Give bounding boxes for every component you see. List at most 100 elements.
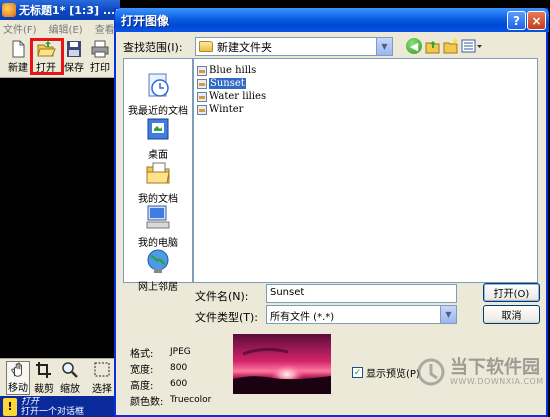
up-folder-icon[interactable] (425, 38, 441, 54)
file-name: Sunset (209, 78, 246, 89)
look-in-dropdown[interactable]: 新建文件夹 ▼ (195, 37, 393, 56)
place-network-label: 网上邻居 (138, 282, 178, 293)
watermark-logo-icon (417, 358, 445, 386)
print-button[interactable]: 打印 (88, 40, 112, 76)
new-button[interactable]: 新建 (6, 40, 30, 76)
save-button-label: 保存 (64, 63, 84, 74)
info-value: JPEG (170, 347, 191, 357)
recent-documents-icon (148, 73, 169, 97)
file-type-label: 文件类型(T): (195, 311, 259, 324)
zoom-tool[interactable]: 缩放 (58, 361, 82, 395)
cancel-button[interactable]: 取消 (483, 305, 540, 324)
crop-tool-label: 裁剪 (34, 384, 54, 395)
save-button[interactable]: 保存 (62, 40, 86, 76)
print-button-label: 打印 (90, 63, 110, 74)
views-menu-icon[interactable] (461, 38, 483, 54)
show-preview-label: 显示预览(P) (366, 369, 420, 380)
menu-view[interactable]: 查看 (95, 21, 115, 36)
printer-icon (91, 40, 109, 58)
info-value: 800 (170, 363, 188, 373)
chevron-down-icon[interactable]: ▼ (440, 306, 456, 323)
look-in-value: 新建文件夹 (217, 40, 272, 54)
file-name-field[interactable]: Sunset (266, 284, 457, 303)
place-desktop[interactable]: 桌面 (124, 115, 192, 161)
file-list: Blue hills Sunset Water lilies Winter (193, 58, 538, 283)
lightbulb-icon: ! (3, 397, 17, 416)
info-row: 颜色数: Truecolor (130, 392, 240, 408)
watermark-url: WWW.DOWNXIA.COM (450, 376, 544, 386)
app-logo-icon (2, 3, 16, 17)
close-button[interactable]: × (527, 11, 546, 30)
list-item[interactable]: Sunset (197, 77, 534, 90)
dialog-titlebar[interactable]: 打开图像 ? × (115, 8, 549, 32)
hint-bar: ! 打开 打开一个对话框 (0, 396, 120, 417)
open-button[interactable]: 打开(O) (483, 283, 540, 302)
jpeg-file-icon (197, 65, 207, 76)
info-row: 高度: 600 (130, 376, 240, 392)
app-menubar: 文件(F) 编辑(E) 查看 (0, 20, 120, 36)
tools-panel: 移动 裁剪 缩放 选择 (0, 358, 120, 396)
file-name: Winter (209, 104, 244, 115)
show-preview-option[interactable]: ✓ 显示预览(P) (352, 365, 420, 380)
file-name: Blue hills (209, 65, 257, 76)
chevron-down-icon[interactable]: ▼ (376, 38, 392, 55)
help-button[interactable]: ? (507, 11, 526, 30)
back-arrow-icon[interactable]: ◀ (406, 38, 422, 54)
place-my-computer[interactable]: 我的电脑 (124, 203, 192, 249)
open-image-dialog: 打开图像 ? × 查找范围(I): 新建文件夹 ▼ ◀ 我最近的文档 桌面 我的… (114, 8, 549, 417)
info-key: 宽度: (130, 364, 154, 376)
info-key: 高度: (130, 380, 154, 392)
watermark-text: 当下软件园 (450, 356, 540, 378)
place-my-documents[interactable]: 我的文档 (124, 159, 192, 205)
magnifier-icon (62, 362, 78, 378)
move-tool[interactable]: 移动 (6, 361, 30, 395)
dialog-title: 打开图像 (121, 13, 170, 28)
crop-tool[interactable]: 裁剪 (32, 361, 56, 395)
list-item[interactable]: Winter (197, 103, 534, 116)
info-value: 600 (170, 379, 188, 389)
list-item[interactable]: Water lilies (197, 90, 534, 103)
info-row: 格式: JPEG (130, 344, 240, 360)
desktop-icon (147, 118, 169, 140)
place-recent-documents[interactable]: 我最近的文档 (124, 71, 192, 117)
hand-icon (11, 362, 22, 377)
selection-marquee-icon (94, 362, 110, 377)
file-type-value: 所有文件 (*.*) (270, 312, 335, 323)
info-key: 格式: (130, 348, 154, 360)
list-item[interactable]: Blue hills (197, 64, 534, 77)
look-in-label: 查找范围(I): (123, 41, 183, 54)
menu-edit[interactable]: 编辑(E) (49, 21, 83, 36)
image-workspace (0, 78, 120, 358)
place-network[interactable]: 网上邻居 (124, 247, 192, 293)
select-tool-label: 选择 (92, 384, 112, 395)
move-tool-label: 移动 (8, 383, 28, 394)
info-value: Truecolor (170, 395, 212, 405)
hint-description: 打开一个对话框 (21, 406, 85, 417)
jpeg-file-icon (197, 91, 207, 102)
new-document-icon (12, 40, 25, 58)
file-type-select[interactable]: 所有文件 (*.*) ▼ (266, 305, 457, 324)
file-name: Water lilies (209, 91, 267, 102)
jpeg-file-icon (197, 78, 207, 89)
floppy-disk-icon (67, 41, 81, 57)
jpeg-file-icon (197, 104, 207, 115)
info-row: 宽度: 800 (130, 360, 240, 376)
hint-title: 打开 (21, 396, 40, 407)
site-watermark: 当下软件园 WWW.DOWNXIA.COM (416, 357, 544, 387)
info-key: 颜色数: (130, 396, 164, 408)
new-button-label: 新建 (8, 63, 28, 74)
zoom-tool-label: 缩放 (60, 384, 80, 395)
sunset-preview-image (233, 334, 331, 394)
menu-file[interactable]: 文件(F) (3, 21, 37, 36)
open-button-highlight (30, 38, 64, 75)
file-name-label: 文件名(N): (195, 290, 249, 303)
select-tool[interactable]: 选择 (90, 361, 114, 395)
places-bar: 我最近的文档 桌面 我的文档 我的电脑 网上邻居 (123, 58, 193, 293)
image-info: 格式: JPEG 宽度: 800 高度: 600 颜色数: Truecolor (130, 344, 240, 408)
show-preview-checkbox[interactable]: ✓ (352, 367, 363, 378)
my-documents-icon (146, 162, 170, 184)
new-folder-icon[interactable] (443, 38, 459, 54)
crop-icon (36, 362, 51, 378)
computer-icon (146, 205, 170, 229)
folder-icon (199, 41, 213, 52)
